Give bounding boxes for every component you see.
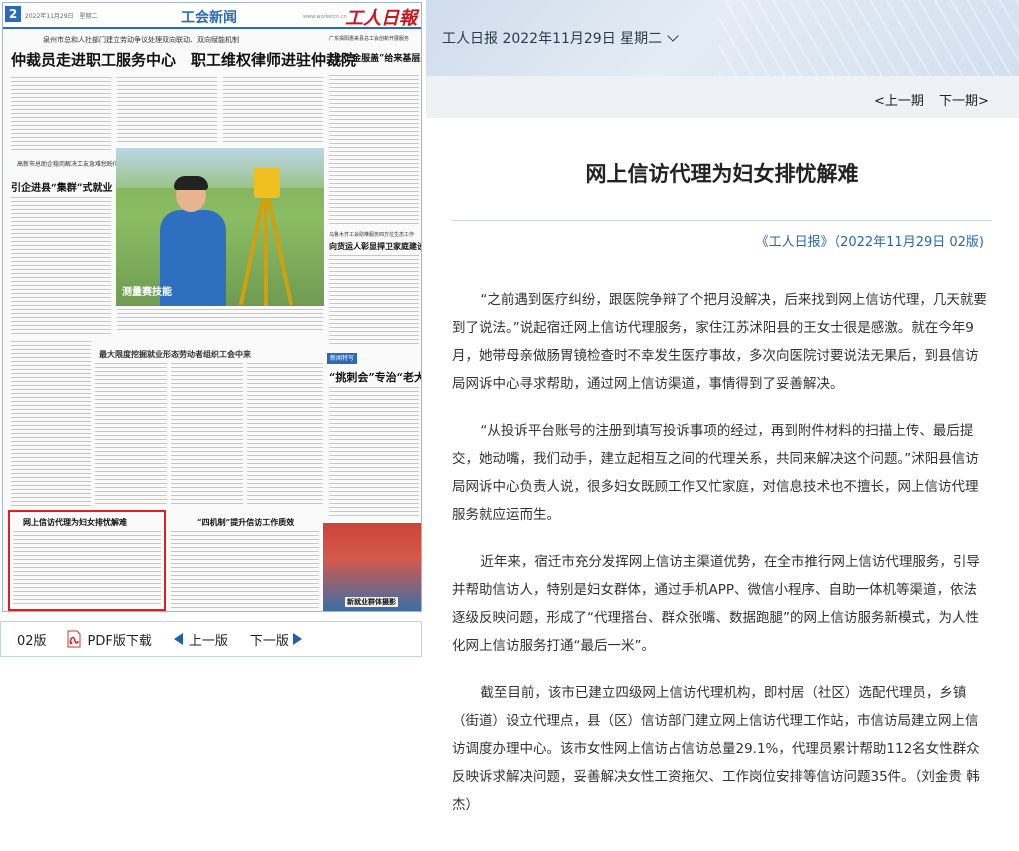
news-photo-2: 新就业群体摄影 (323, 523, 421, 611)
issue-nav: <上一期 下一期> (426, 76, 1019, 118)
chevron-down-icon (667, 30, 679, 42)
paper-badge: 新闻特写 (327, 353, 358, 364)
photo2-caption: 新就业群体摄影 (345, 597, 398, 607)
newspaper-panel: 2 2022年11月29日 星期二 工会新闻 www.workercn.cn 工… (0, 0, 426, 851)
text-block (247, 363, 323, 507)
triangle-left-icon (173, 633, 183, 645)
left-sub-kicker: 高新市总助企稳岗解决工友急难愁盼问题 (17, 161, 126, 168)
mid-kicker: 最大限度挖掘就业形态劳动者组织工会中来 (99, 350, 251, 359)
text-block (329, 387, 419, 519)
paper-url: www.workercn.cn (303, 14, 347, 20)
date-select-label: 工人日报 2022年11月29日 星期二 (442, 31, 663, 47)
current-page-label: 02版 (17, 633, 47, 649)
article-paragraph: 截至目前，该市已建立四级网上信访代理机构，即村居（社区）选配代理员，乡镇（街道）… (452, 685, 980, 813)
text-block (329, 255, 419, 347)
text-block (13, 531, 161, 605)
next-page-button[interactable]: 下一版 (250, 630, 302, 649)
article-source: 《工人日报》（2022年11月29日 02版) (755, 235, 984, 250)
paper-page-number: 2 (5, 6, 21, 22)
text-block (11, 77, 111, 153)
bottom-mid-title: “四机制”提升信访工作质效 (197, 517, 295, 527)
next-page-label: 下一版 (249, 633, 289, 649)
headline-kicker: 泉州市总和人社部门建立劳动争议处理双向联动、双向赋能机制 (43, 36, 239, 44)
pdf-download-link[interactable]: PDF版下载 (65, 630, 152, 649)
text-block (11, 197, 111, 337)
text-block (117, 309, 323, 333)
special-title: “挑刺会”专治“老大难” (329, 371, 421, 384)
left-sub-title: 引企进县“集群”式就业 (11, 183, 113, 194)
page-nav-bar: 02版 PDF版下载 上一版 下一版 (0, 621, 422, 657)
article-body: “之前遇到医疗纠纷，跟医院争辩了个把月没解决，后来找到网上信访代理，几天就要到了… (452, 286, 988, 838)
prev-issue-link[interactable]: <上一期 (874, 90, 924, 109)
text-block (223, 77, 323, 145)
right-mid-kicker: 乌鲁木齐工会助推服务四方位生态工作 (329, 232, 415, 238)
prev-page-button[interactable]: 上一版 (173, 630, 228, 649)
text-block (117, 77, 217, 145)
highlight-title: 网上信访代理为妇女排忧解难 (23, 517, 127, 527)
paper-section-title: 工会新闻 (181, 10, 237, 26)
article-title: 网上信访代理为妇女排忧解难 (585, 162, 859, 186)
right-header: 工人日报 2022年11月29日 星期二 (426, 0, 1019, 76)
title-divider (452, 220, 992, 221)
right-mid-title: 向货运人彰显捍卫家庭建设新途 (329, 241, 421, 251)
headline-main: 仲裁员走进职工服务中心 职工维权律师进驻仲裁院 (11, 51, 357, 69)
text-block (11, 341, 91, 507)
text-block (171, 363, 243, 507)
triangle-right-icon (292, 633, 302, 645)
pdf-icon (65, 630, 83, 648)
news-photo: 测量赛技能 (116, 148, 324, 306)
text-block (171, 531, 319, 609)
prev-page-label: 上一版 (188, 633, 228, 649)
paper-header: 2 2022年11月29日 星期二 工会新闻 www.workercn.cn 工… (3, 3, 421, 29)
article-paragraph: “从投诉平台账号的注册到填写投诉事项的经过，再到附件材料的扫描上传、最后提交，她… (452, 423, 979, 523)
text-block (329, 75, 419, 225)
article-paragraph: 近年来，宿迁市充分发挥网上信访主渠道优势，在全市推行网上信访代理服务，引导并帮助… (452, 554, 980, 654)
text-block (95, 363, 167, 507)
paper-date: 2022年11月29日 星期二 (25, 13, 98, 20)
date-select-dropdown[interactable]: 工人日报 2022年11月29日 星期二 (442, 28, 679, 48)
newspaper-page-image[interactable]: 2 2022年11月29日 星期二 工会新闻 www.workercn.cn 工… (2, 2, 422, 612)
next-issue-link[interactable]: 下一期> (939, 90, 989, 109)
article-paragraph: “之前遇到医疗纠纷，跟医院争辩了个把月没解决，后来找到网上信访代理，几天就要到了… (452, 292, 987, 392)
pdf-download-label: PDF版下载 (87, 633, 152, 649)
photo-caption: 测量赛技能 (122, 287, 172, 298)
paper-masthead: 工人日報 (345, 8, 417, 29)
top-right-title: “七个金服盖”给来基层工会赋能 (329, 54, 421, 64)
top-right-kicker: 广东揭阳惠来县总工会创新开展服务 (329, 36, 410, 42)
